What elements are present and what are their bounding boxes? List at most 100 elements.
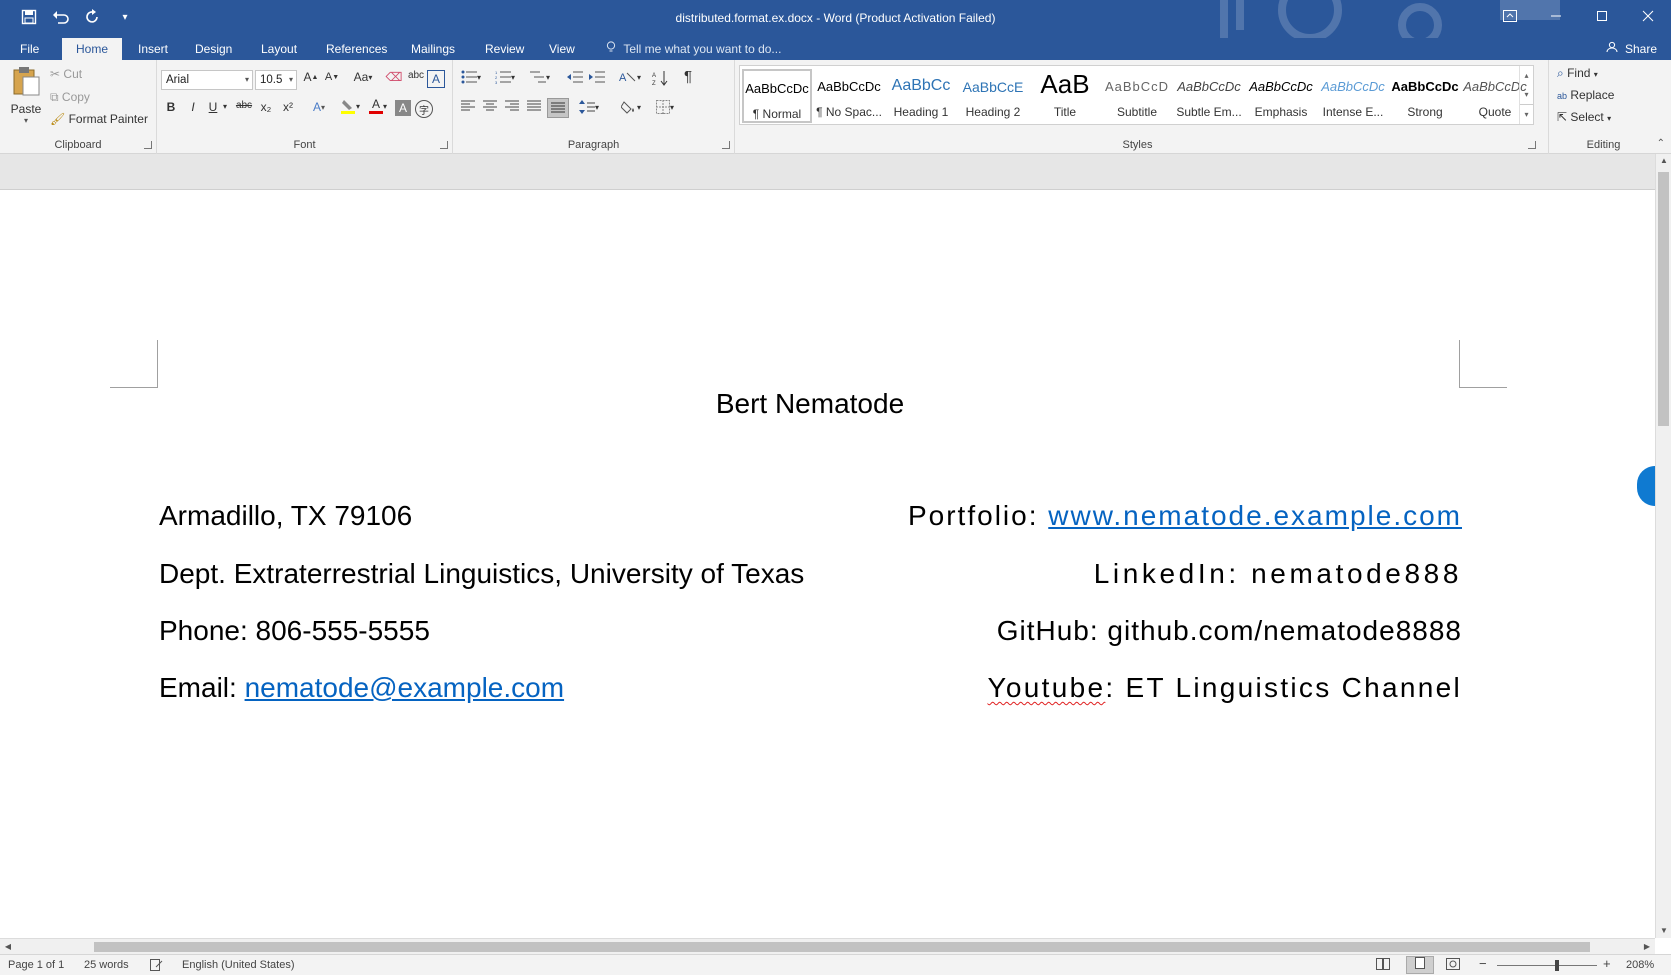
- align-right-icon[interactable]: [503, 100, 521, 112]
- email-link[interactable]: nematode@example.com: [245, 672, 564, 703]
- font-launcher-icon[interactable]: [440, 141, 448, 149]
- tab-home[interactable]: Home: [62, 38, 123, 60]
- share-button[interactable]: Share: [1606, 38, 1657, 60]
- style-subtle-emphasis[interactable]: AaBbCcDc Subtle Em...: [1174, 69, 1244, 123]
- scroll-left-icon[interactable]: ◀: [0, 939, 16, 955]
- tab-design[interactable]: Design: [185, 38, 242, 60]
- strikethrough-button[interactable]: abc: [233, 100, 255, 111]
- web-layout-icon[interactable]: [1446, 958, 1460, 973]
- proofing-icon[interactable]: [150, 959, 164, 974]
- zoom-out-icon[interactable]: −: [1479, 956, 1487, 971]
- enclose-characters-icon[interactable]: 字: [415, 100, 433, 118]
- tab-mailings[interactable]: Mailings: [401, 38, 465, 60]
- justify-icon[interactable]: [525, 100, 543, 112]
- vertical-scrollbar[interactable]: ▲ ▼: [1655, 154, 1671, 938]
- shrink-font-icon[interactable]: A ▼: [323, 71, 341, 83]
- borders-icon[interactable]: ▾: [651, 100, 679, 114]
- tab-layout[interactable]: Layout: [251, 38, 307, 60]
- paragraph-launcher-icon[interactable]: [722, 141, 730, 149]
- grow-font-icon[interactable]: A ▲: [301, 70, 321, 84]
- style-normal[interactable]: AaBbCcDc ¶ Normal: [742, 69, 812, 123]
- zoom-level[interactable]: 208%: [1626, 959, 1654, 971]
- portfolio-link[interactable]: www.nematode.example.com: [1048, 500, 1462, 531]
- language-status[interactable]: English (United States): [182, 959, 295, 971]
- underline-button[interactable]: U: [205, 100, 221, 114]
- zoom-slider-knob[interactable]: [1555, 960, 1559, 971]
- horizontal-scrollbar[interactable]: ◀ ▶: [0, 938, 1655, 954]
- bold-button[interactable]: B: [163, 100, 179, 114]
- find-button[interactable]: ⌕ Find ▾: [1557, 66, 1598, 81]
- change-case-button[interactable]: Aa ▾: [349, 70, 377, 84]
- page-count[interactable]: Page 1 of 1: [8, 959, 64, 971]
- italic-button[interactable]: I: [185, 100, 201, 114]
- decrease-indent-icon[interactable]: [565, 70, 585, 84]
- subscript-button[interactable]: x₂: [257, 100, 275, 114]
- zoom-in-icon[interactable]: +: [1603, 956, 1611, 971]
- superscript-button[interactable]: x²: [279, 100, 297, 114]
- cut-button[interactable]: ✂ Cut: [50, 67, 82, 81]
- asian-layout-icon[interactable]: A ▾: [617, 70, 643, 84]
- highlight-color-icon[interactable]: ▾: [337, 98, 363, 114]
- ribbon-display-options-icon[interactable]: [1487, 0, 1533, 32]
- tab-references[interactable]: References: [316, 38, 397, 60]
- gallery-down-icon[interactable]: ▾: [1520, 85, 1533, 104]
- font-color-icon[interactable]: A ▾: [365, 98, 391, 114]
- align-center-icon[interactable]: [481, 100, 499, 112]
- select-button[interactable]: ⇱ Select ▾: [1557, 110, 1611, 124]
- character-border-icon[interactable]: A: [427, 70, 445, 88]
- text-effects-icon[interactable]: A ▾: [307, 100, 331, 114]
- bullets-icon[interactable]: ▾: [459, 70, 483, 84]
- word-count[interactable]: 25 words: [84, 959, 129, 971]
- styles-launcher-icon[interactable]: [1528, 141, 1536, 149]
- document-canvas[interactable]: Bert Nematode Armadillo, TX 79106 Portfo…: [0, 190, 1655, 938]
- scroll-right-icon[interactable]: ▶: [1639, 939, 1655, 955]
- style-heading-1[interactable]: AaBbCc Heading 1: [886, 69, 956, 123]
- underline-dropdown-icon[interactable]: ▾: [221, 102, 229, 111]
- shading-icon[interactable]: ▾: [617, 100, 645, 114]
- vertical-scroll-thumb[interactable]: [1658, 172, 1669, 426]
- scroll-down-icon[interactable]: ▼: [1656, 924, 1671, 938]
- replace-button[interactable]: ab Replace: [1557, 88, 1614, 102]
- tab-view[interactable]: View: [539, 38, 585, 60]
- tab-insert[interactable]: Insert: [128, 38, 178, 60]
- format-painter-button[interactable]: 🖌 Format Painter: [50, 112, 148, 126]
- minimize-icon[interactable]: [1533, 0, 1579, 32]
- clear-formatting-icon[interactable]: ⌫: [385, 70, 403, 84]
- clipboard-launcher-icon[interactable]: [144, 141, 152, 149]
- tab-file[interactable]: File: [10, 38, 49, 60]
- style-emphasis[interactable]: AaBbCcDc Emphasis: [1246, 69, 1316, 123]
- horizontal-scroll-thumb[interactable]: [94, 942, 1590, 952]
- scroll-up-icon[interactable]: ▲: [1656, 154, 1671, 168]
- zoom-slider[interactable]: [1497, 965, 1597, 966]
- collapse-ribbon-icon[interactable]: ⌃: [1657, 138, 1665, 149]
- numbering-icon[interactable]: 1 2 3 ▾: [493, 70, 517, 84]
- phonetic-guide-icon[interactable]: abc: [407, 70, 425, 81]
- style-title[interactable]: AaB Title: [1030, 69, 1100, 123]
- gallery-up-icon[interactable]: ▴: [1520, 66, 1533, 85]
- gallery-more-icon[interactable]: ▾: [1520, 104, 1533, 123]
- paste-button[interactable]: Paste ▾: [8, 65, 44, 125]
- dropbox-icon[interactable]: [1637, 466, 1655, 506]
- show-hide-marks-icon[interactable]: ¶: [679, 68, 697, 85]
- sort-icon[interactable]: AZ: [651, 70, 669, 86]
- increase-indent-icon[interactable]: [587, 70, 607, 84]
- distributed-align-icon[interactable]: [547, 98, 569, 118]
- line-spacing-icon[interactable]: ▾: [575, 100, 603, 114]
- align-left-icon[interactable]: [459, 100, 477, 112]
- tell-me-box[interactable]: Tell me what you want to do...: [606, 38, 781, 60]
- style-strong[interactable]: AaBbCcDc Strong: [1390, 69, 1460, 123]
- close-icon[interactable]: [1625, 0, 1671, 32]
- maximize-icon[interactable]: [1579, 0, 1625, 32]
- copy-button[interactable]: ⧉ Copy: [50, 90, 90, 105]
- style-no-spacing[interactable]: AaBbCcDc ¶ No Spac...: [814, 69, 884, 123]
- style-heading-2[interactable]: AaBbCcE Heading 2: [958, 69, 1028, 123]
- print-layout-icon[interactable]: [1406, 956, 1434, 974]
- multilevel-list-icon[interactable]: ▾: [527, 70, 553, 84]
- read-mode-icon[interactable]: [1376, 958, 1390, 973]
- character-shading-icon[interactable]: A: [395, 100, 411, 116]
- font-size-select[interactable]: 10.5 ▾: [255, 70, 297, 90]
- style-intense-emphasis[interactable]: AaBbCcDc Intense E...: [1318, 69, 1388, 123]
- style-subtitle[interactable]: AaBbCcD Subtitle: [1102, 69, 1172, 123]
- tab-review[interactable]: Review: [475, 38, 534, 60]
- font-name-select[interactable]: Arial ▾: [161, 70, 253, 90]
